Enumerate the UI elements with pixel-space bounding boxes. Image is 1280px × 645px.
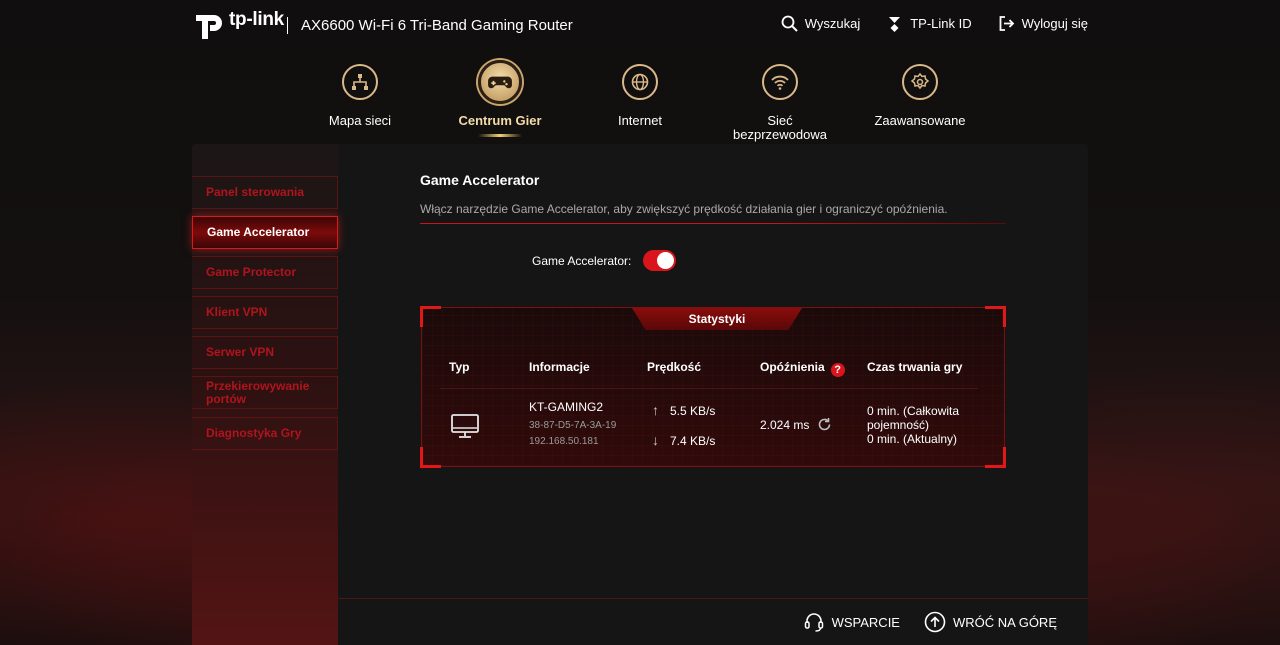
arrow-up-circle-icon bbox=[924, 611, 946, 633]
refresh-icon[interactable] bbox=[817, 417, 832, 432]
duration-current: 0 min. (Aktualny) bbox=[867, 432, 958, 446]
statistics-tab: Statystyki bbox=[632, 308, 802, 330]
arrow-up-icon: ↑ bbox=[652, 402, 659, 418]
nav-advanced-circle bbox=[902, 64, 938, 100]
nav-advanced[interactable]: Zaawansowane bbox=[860, 64, 980, 128]
gear-icon bbox=[910, 72, 930, 90]
footer-divider bbox=[338, 598, 1088, 599]
statistics-box: Statystyki Typ Informacje Prędkość Opóźn… bbox=[420, 306, 1006, 468]
footer-links: WSPARCIE WRÓĆ NA GÓRĘ bbox=[803, 611, 1057, 633]
content-panel: Panel sterowania Game Accelerator Game P… bbox=[192, 144, 1088, 645]
nav-internet[interactable]: Internet bbox=[580, 64, 700, 128]
column-header-info: Informacje bbox=[529, 360, 590, 374]
duration-total-line1: 0 min. (Całkowita bbox=[867, 404, 960, 418]
product-name: AX6600 Wi-Fi 6 Tri-Band Gaming Router bbox=[301, 17, 573, 34]
nav-wireless[interactable]: Sieć bezprzewodowa bbox=[720, 64, 840, 142]
search-link-label: Wyszukaj bbox=[804, 16, 861, 31]
nav-advanced-label: Zaawansowane bbox=[874, 113, 966, 128]
tplink-id-label: TP-Link ID bbox=[910, 16, 972, 31]
header-separator bbox=[287, 17, 288, 34]
column-header-latency: Opóźnienia? bbox=[760, 360, 845, 377]
tplink-logo[interactable]: tp-link bbox=[192, 6, 284, 42]
sidebar-item-port-forwarding[interactable]: Przekierowywanie portów bbox=[192, 376, 338, 409]
nav-game-center-label: Centrum Gier bbox=[458, 113, 542, 128]
wifi-icon bbox=[771, 75, 789, 90]
nav-internet-circle bbox=[622, 64, 658, 100]
toggle-knob bbox=[657, 252, 674, 269]
latency-help-icon[interactable]: ? bbox=[830, 363, 845, 377]
search-link[interactable]: Wyszukaj bbox=[781, 15, 861, 32]
back-to-top-label: WRÓĆ NA GÓRĘ bbox=[952, 614, 1057, 630]
arrow-down-icon: ↓ bbox=[652, 432, 659, 448]
sidebar: Panel sterowania Game Accelerator Game P… bbox=[192, 144, 338, 645]
download-speed: ↓ 7.4 KB/s bbox=[652, 432, 715, 448]
section-divider bbox=[420, 223, 1006, 224]
table-header-divider bbox=[440, 388, 978, 389]
stats-corner bbox=[985, 306, 1006, 327]
logout-icon bbox=[999, 16, 1014, 31]
nav-network-map-label: Mapa sieci bbox=[328, 113, 392, 128]
duration-total-line2: pojemność) bbox=[867, 418, 930, 432]
upload-speed: ↑ 5.5 KB/s bbox=[652, 402, 715, 418]
nav-game-center[interactable]: Centrum Gier bbox=[440, 60, 560, 137]
tplink-id-link[interactable]: TP-Link ID bbox=[886, 15, 972, 32]
nav-wireless-label: Sieć bezprzewodowa bbox=[733, 113, 827, 142]
tplink-id-icon bbox=[889, 17, 901, 32]
device-name: KT-GAMING2 bbox=[529, 400, 604, 414]
game-accelerator-toggle-label: Game Accelerator: bbox=[532, 254, 632, 268]
upload-speed-value: 5.5 KB/s bbox=[670, 404, 716, 418]
stats-corner bbox=[420, 306, 441, 327]
sidebar-item-game-protector[interactable]: Game Protector bbox=[192, 256, 338, 289]
device-ip: 192.168.50.181 bbox=[529, 436, 599, 447]
section-description: Włącz narzędzie Game Accelerator, aby zw… bbox=[420, 202, 948, 216]
logout-link[interactable]: Wyloguj się bbox=[998, 15, 1088, 32]
device-mac: 38-87-D5-7A-3A-19 bbox=[529, 420, 617, 431]
router-admin-page: tp-link AX6600 Wi-Fi 6 Tri-Band Gaming R… bbox=[0, 0, 1280, 645]
column-header-speed: Prędkość bbox=[647, 360, 702, 374]
sidebar-item-game-accelerator[interactable]: Game Accelerator bbox=[192, 216, 338, 249]
nav-internet-label: Internet bbox=[617, 113, 663, 128]
sidebar-item-game-diagnostics[interactable]: Diagnostyka Gry bbox=[192, 417, 338, 450]
game-accelerator-toggle[interactable] bbox=[643, 250, 676, 271]
section-title: Game Accelerator bbox=[420, 172, 540, 188]
top-links: Wyszukaj TP-Link ID Wyloguj się bbox=[781, 15, 1088, 32]
tplink-logo-icon bbox=[196, 15, 222, 39]
download-speed-value: 7.4 KB/s bbox=[670, 434, 716, 448]
nav-active-indicator bbox=[478, 134, 522, 137]
sidebar-item-vpn-server[interactable]: Serwer VPN bbox=[192, 336, 338, 369]
logout-label: Wyloguj się bbox=[1021, 16, 1088, 31]
back-to-top-link[interactable]: WRÓĆ NA GÓRĘ bbox=[924, 611, 1057, 633]
nav-network-map[interactable]: Mapa sieci bbox=[300, 64, 420, 128]
column-header-latency-label: Opóźnienia bbox=[760, 360, 825, 374]
headset-icon bbox=[804, 613, 823, 632]
nav-network-map-circle bbox=[342, 64, 378, 100]
nav-game-center-circle bbox=[478, 60, 522, 104]
search-icon bbox=[781, 15, 798, 32]
globe-icon bbox=[631, 73, 649, 91]
latency-value: 2.024 ms bbox=[760, 418, 810, 432]
stats-corner bbox=[985, 447, 1006, 468]
main-navigation: Mapa sieci Centrum Gier Internet Sieć be… bbox=[0, 60, 1280, 150]
column-header-duration: Czas trwania gry bbox=[867, 360, 963, 374]
sidebar-item-dashboard[interactable]: Panel sterowania bbox=[192, 176, 338, 209]
gamepad-icon bbox=[488, 76, 512, 89]
brand-name: tp-link bbox=[229, 9, 284, 30]
desktop-icon bbox=[451, 414, 479, 438]
column-header-type: Typ bbox=[449, 360, 470, 374]
stats-corner bbox=[420, 447, 441, 468]
network-map-icon bbox=[352, 74, 368, 90]
support-label: WSPARCIE bbox=[831, 614, 900, 630]
support-link[interactable]: WSPARCIE bbox=[803, 611, 900, 633]
nav-wireless-circle bbox=[762, 64, 798, 100]
sidebar-item-vpn-client[interactable]: Klient VPN bbox=[192, 296, 338, 329]
